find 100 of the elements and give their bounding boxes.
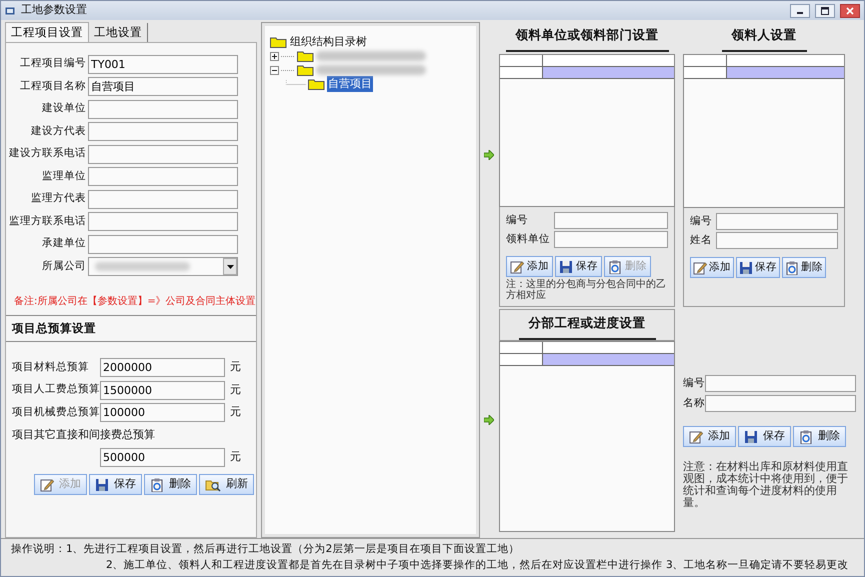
edit-icon <box>510 260 524 274</box>
field-label: 监理单位 <box>41 168 86 184</box>
refresh-button[interactable]: 刷新 <box>199 474 254 495</box>
grid-header-cell <box>500 342 543 353</box>
save-button[interactable]: 保存 <box>555 256 602 277</box>
field-label: 编号 <box>683 376 705 391</box>
folder-icon <box>270 36 287 48</box>
input-field[interactable] <box>554 231 668 248</box>
save-icon <box>739 260 753 274</box>
delete-button[interactable]: 删除 <box>793 426 846 447</box>
window-title: 工地参数设置 <box>21 2 87 18</box>
section-title: 领料人设置 <box>722 26 806 52</box>
input-field[interactable] <box>88 122 238 142</box>
input-field[interactable] <box>705 395 856 412</box>
field-label: 项目材料总预算 <box>12 360 90 375</box>
input-field[interactable] <box>88 144 238 164</box>
minimize-icon <box>797 12 803 14</box>
edit-icon <box>40 478 54 492</box>
field-label: 工程项目名称 <box>19 78 86 94</box>
field-label: 项目人工费总预算 <box>12 382 100 398</box>
delete-button[interactable]: 删除 <box>782 257 826 278</box>
input-field[interactable]: TY001 <box>88 54 238 74</box>
field-label: 项目其它直接和间接费总预算 <box>12 426 155 443</box>
app-icon <box>5 6 16 16</box>
folder-icon <box>296 50 314 62</box>
field-label: 承建单位 <box>41 236 86 252</box>
save-icon <box>95 478 109 492</box>
input-field[interactable] <box>88 167 238 186</box>
input-field[interactable]: 500000 <box>100 448 225 467</box>
save-icon <box>744 430 758 444</box>
unit-label: 元 <box>230 359 241 376</box>
row-header-cell[interactable] <box>684 67 727 78</box>
folder-icon <box>296 64 314 76</box>
tree-node[interactable]: 组织结构目录树 <box>288 34 368 50</box>
data-grid[interactable] <box>499 54 675 207</box>
company-dropdown[interactable] <box>88 257 238 276</box>
save-button[interactable]: 保存 <box>738 426 791 447</box>
folder-icon <box>308 78 325 90</box>
input-field[interactable]: 自营项目 <box>88 77 238 96</box>
grid-cell[interactable] <box>727 67 844 78</box>
data-grid[interactable] <box>499 341 675 532</box>
unit-label: 元 <box>230 449 241 466</box>
unit-label: 元 <box>230 404 241 420</box>
clipboard-icon <box>150 478 164 492</box>
field-label: 工程项目编号 <box>19 56 86 72</box>
group-title: 项目总预算设置 <box>6 316 256 342</box>
input-field[interactable] <box>716 232 838 249</box>
field-label: 建设方代表 <box>30 124 86 139</box>
input-field[interactable]: 2000000 <box>100 358 225 377</box>
field-label: 监理方代表 <box>30 191 86 206</box>
close-icon <box>846 6 854 14</box>
delete-button[interactable]: 删除 <box>144 474 197 495</box>
note-text: 注意：在材料出库和原材料使用直观图，成本统计中将使用到，便于统计和查询每个进度材料的使用量。 <box>683 461 849 510</box>
save-icon <box>559 260 573 274</box>
close-button[interactable] <box>840 4 860 18</box>
clipboard-icon <box>785 260 799 274</box>
input-field[interactable]: 1500000 <box>100 380 225 400</box>
grid-header-cell <box>500 55 543 66</box>
tab[interactable]: 工程项目设置 <box>5 22 89 42</box>
input-field[interactable] <box>88 234 238 254</box>
save-button[interactable]: 保存 <box>736 257 780 278</box>
note-text: 备注:所属公司在【参数设置】=》公司及合同主体设置 <box>13 294 256 309</box>
instruction-text: 操作说明：1、先进行工程项目设置，然后再进行工地设置（分为2层第一层是项目在项目下面设置工地） <box>11 542 520 557</box>
input-field[interactable] <box>88 100 238 119</box>
clipboard-icon <box>608 260 622 274</box>
arrow-icon <box>484 150 494 160</box>
edit-icon <box>693 260 707 274</box>
section-title: 领料单位或领料部门设置 <box>506 26 668 52</box>
expand-icon[interactable] <box>270 52 279 60</box>
save-button[interactable]: 保存 <box>89 474 142 495</box>
field-label: 领料单位 <box>506 232 551 247</box>
folder-search-icon <box>205 478 221 492</box>
input-field[interactable]: 100000 <box>100 403 225 422</box>
input-field[interactable] <box>716 213 838 230</box>
field-label: 监理方联系电话 <box>8 214 86 229</box>
row-header-cell[interactable] <box>500 354 543 365</box>
input-field[interactable] <box>88 212 238 232</box>
field-label: 名称 <box>683 396 705 411</box>
input-field[interactable] <box>88 190 238 209</box>
arrow-icon <box>484 415 494 425</box>
field-label: 编号 <box>690 214 713 229</box>
grid-cell[interactable] <box>543 354 674 365</box>
minimize-button[interactable] <box>790 4 810 18</box>
input-field[interactable] <box>554 212 668 229</box>
tree-node[interactable]: 自营项目 <box>326 76 373 92</box>
add-button[interactable]: 添加 <box>690 257 734 278</box>
note-text: 注：这里的分包商与分包合同中的乙方相对应 <box>506 279 667 301</box>
field-label: 建设单位 <box>41 101 86 116</box>
input-field[interactable] <box>705 375 856 392</box>
add-button[interactable]: 添加 <box>683 426 736 447</box>
row-header-cell[interactable] <box>500 67 543 78</box>
grid-cell[interactable] <box>543 67 674 78</box>
field-label: 建设方联系电话 <box>8 146 86 162</box>
add-button[interactable]: 添加 <box>506 256 553 277</box>
maximize-button[interactable] <box>815 4 835 18</box>
field-label: 项目机械费总预算 <box>12 404 100 420</box>
data-grid[interactable] <box>683 54 845 208</box>
unit-label: 元 <box>230 382 241 398</box>
field-label: 姓名 <box>690 232 713 248</box>
collapse-icon[interactable] <box>270 66 279 74</box>
